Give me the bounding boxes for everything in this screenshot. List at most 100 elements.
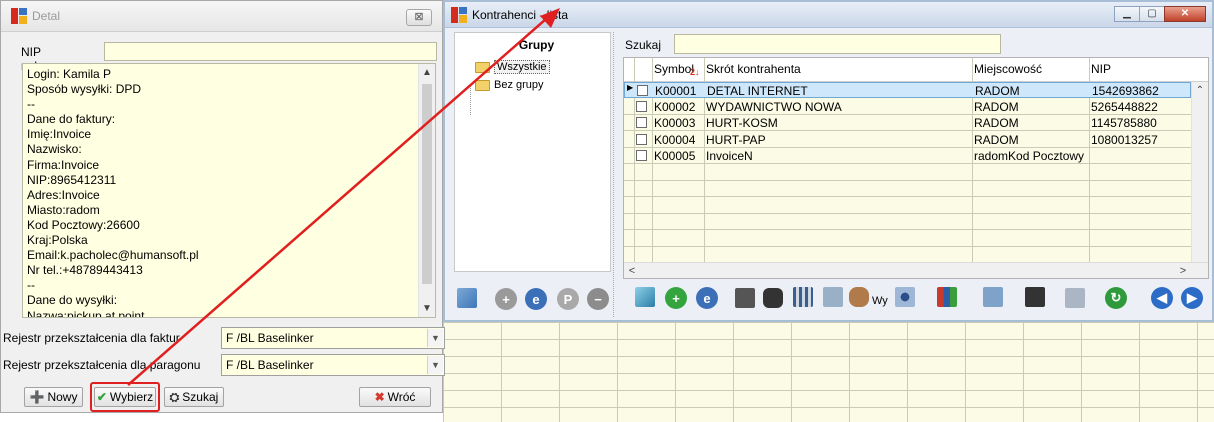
cell-name: WYDAWNICTWO NOWA bbox=[706, 99, 842, 114]
cell-city: RADOM bbox=[974, 99, 1019, 114]
table-row[interactable]: K00005 InvoiceN radomKod Pocztowy bbox=[624, 148, 1191, 164]
cell-city: RADOM bbox=[974, 116, 1019, 130]
table-row[interactable]: K00004 HURT-PAP RADOM 1080013257 bbox=[624, 132, 1191, 148]
panel-splitter[interactable] bbox=[613, 32, 617, 317]
scroll-down-icon[interactable]: ▼ bbox=[419, 300, 435, 317]
memo-line: Kraj:Polska bbox=[27, 233, 88, 248]
invoice-register-select[interactable]: F /BL Baselinker ▼ bbox=[221, 327, 445, 349]
first-record-icon[interactable]: ◀ bbox=[1151, 287, 1173, 309]
network-icon[interactable] bbox=[895, 287, 915, 307]
group-list-icon[interactable] bbox=[457, 288, 477, 308]
table-row[interactable] bbox=[624, 231, 1191, 247]
edit-icon[interactable]: e bbox=[696, 287, 718, 309]
add-group-icon[interactable]: + bbox=[495, 288, 517, 310]
group-label: Wszystkie bbox=[494, 60, 550, 74]
table-row[interactable] bbox=[624, 214, 1191, 230]
cell-name: HURT-PAP bbox=[706, 132, 766, 147]
folder-icon bbox=[475, 61, 490, 73]
new-button[interactable]: ➕ Nowy bbox=[24, 387, 83, 407]
table-header: Symbol 2↓ Skrót kontrahenta Miejscowość … bbox=[624, 58, 1208, 82]
detal-titlebar: Detal ⊠ bbox=[1, 1, 442, 32]
row-checkbox[interactable] bbox=[636, 117, 647, 128]
filter-icon[interactable] bbox=[635, 287, 655, 307]
cell-city: radomKod Pocztowy bbox=[974, 149, 1085, 163]
row-checkbox[interactable] bbox=[636, 150, 647, 161]
copy-icon[interactable] bbox=[1065, 288, 1085, 308]
chart-icon[interactable] bbox=[937, 287, 957, 307]
invoice-register-value: F /BL Baselinker bbox=[226, 331, 314, 345]
close-button[interactable]: ⊠ bbox=[406, 9, 432, 26]
column-symbol[interactable]: Symbol bbox=[654, 62, 694, 76]
close-icon[interactable]: ✕ bbox=[1164, 6, 1206, 22]
table-hscroll[interactable]: < > bbox=[624, 262, 1208, 278]
search-input[interactable] bbox=[674, 34, 1001, 54]
scroll-up-icon[interactable]: ⌃ bbox=[1192, 82, 1208, 99]
row-checkbox[interactable] bbox=[637, 85, 648, 96]
edit-group-icon[interactable]: e bbox=[525, 288, 547, 310]
search-button[interactable]: ⛭ Szukaj bbox=[164, 387, 224, 407]
row-checkbox[interactable] bbox=[636, 100, 647, 112]
memo-line: NIP:8965412311 bbox=[27, 172, 117, 187]
remove-group-icon[interactable]: − bbox=[587, 288, 609, 310]
cell-nip: 1080013257 bbox=[1091, 132, 1158, 147]
memo-line: -- bbox=[27, 97, 35, 112]
scroll-right-icon[interactable]: > bbox=[1175, 263, 1191, 278]
groups-header: Grupy bbox=[518, 38, 555, 52]
table-row[interactable] bbox=[624, 198, 1191, 214]
cell-symbol: K00002 bbox=[654, 99, 696, 114]
scroll-up-icon[interactable]: ▲ bbox=[419, 64, 435, 81]
binoculars-icon[interactable] bbox=[763, 288, 783, 308]
last-record-icon[interactable]: ▶ bbox=[1181, 287, 1203, 309]
document-icon[interactable] bbox=[823, 287, 843, 307]
group-item-all[interactable]: Wszystkie bbox=[475, 60, 550, 74]
new-button-label: Nowy bbox=[47, 390, 78, 404]
group-item-none[interactable]: Bez grupy bbox=[475, 79, 544, 91]
cell-name: HURT-KOSM bbox=[706, 116, 778, 130]
search-label: Szukaj bbox=[625, 38, 662, 52]
detal-window: Detal ⊠ NIP nabywcy Login: Kamila PSposó… bbox=[0, 0, 445, 413]
nip-input[interactable] bbox=[104, 42, 437, 61]
contractors-table: Symbol 2↓ Skrót kontrahenta Miejscowość … bbox=[623, 57, 1209, 279]
refresh-icon[interactable]: ↻ bbox=[1105, 287, 1127, 309]
scroll-left-icon[interactable]: < bbox=[624, 263, 640, 278]
folder-icon bbox=[475, 79, 490, 91]
maximize-icon[interactable]: ▢ bbox=[1139, 6, 1165, 22]
groups-panel: Grupy Wszystkie Bez grupy bbox=[454, 32, 611, 272]
memo-line: Nazwisko: bbox=[27, 142, 82, 157]
save-icon[interactable] bbox=[1025, 287, 1045, 307]
minimize-icon[interactable]: ▁ bbox=[1114, 6, 1140, 22]
table-vscroll[interactable]: ⌃ bbox=[1191, 82, 1208, 264]
note-icon[interactable] bbox=[983, 287, 1003, 307]
receipt-register-value: F /BL Baselinker bbox=[226, 358, 314, 372]
table-row[interactable] bbox=[624, 181, 1191, 197]
app-logo-icon bbox=[451, 6, 467, 23]
memo-line: Sposób wysyłki: DPD bbox=[27, 82, 142, 97]
receipt-register-select[interactable]: F /BL Baselinker ▼ bbox=[221, 354, 445, 376]
cancel-icon: ✖ bbox=[374, 390, 385, 404]
cell-symbol: K00001 bbox=[655, 84, 697, 98]
handshake-icon[interactable] bbox=[849, 287, 869, 307]
column-city[interactable]: Miejscowość bbox=[974, 62, 1042, 76]
table-row[interactable]: ▶ K00001 DETAL INTERNET RADOM 1542693862 bbox=[624, 82, 1191, 98]
scroll-thumb[interactable] bbox=[422, 84, 432, 284]
print-icon[interactable] bbox=[735, 288, 755, 308]
table-row[interactable] bbox=[624, 165, 1191, 181]
window-title: Kontrahenci - lista bbox=[472, 7, 569, 22]
back-button[interactable]: ✖ Wróć bbox=[359, 387, 431, 407]
chevron-down-icon[interactable]: ▼ bbox=[427, 329, 443, 347]
table-row[interactable]: K00003 HURT-KOSM RADOM 1145785880 bbox=[624, 115, 1191, 131]
column-name[interactable]: Skrót kontrahenta bbox=[706, 62, 801, 76]
chevron-down-icon[interactable]: ▼ bbox=[427, 356, 443, 374]
row-pointer-icon: ▶ bbox=[627, 83, 634, 92]
cell-name: DETAL INTERNET bbox=[707, 84, 808, 98]
add-icon[interactable]: + bbox=[665, 287, 687, 309]
table-row[interactable]: K00002 WYDAWNICTWO NOWA RADOM 5265448822 bbox=[624, 99, 1191, 115]
calendar-icon[interactable] bbox=[793, 287, 813, 307]
memo-scrollbar[interactable]: ▲ ▼ bbox=[418, 64, 435, 317]
row-checkbox[interactable] bbox=[636, 133, 647, 145]
column-nip[interactable]: NIP bbox=[1091, 62, 1111, 76]
memo-line: Imię:Invoice bbox=[27, 127, 92, 142]
properties-icon[interactable]: P bbox=[557, 288, 579, 310]
order-notes-memo[interactable]: Login: Kamila P Sposób wysyłki: DPD -- Dane… bbox=[22, 63, 436, 318]
window-buttons: ▁ ▢ ✕ bbox=[1114, 6, 1206, 22]
